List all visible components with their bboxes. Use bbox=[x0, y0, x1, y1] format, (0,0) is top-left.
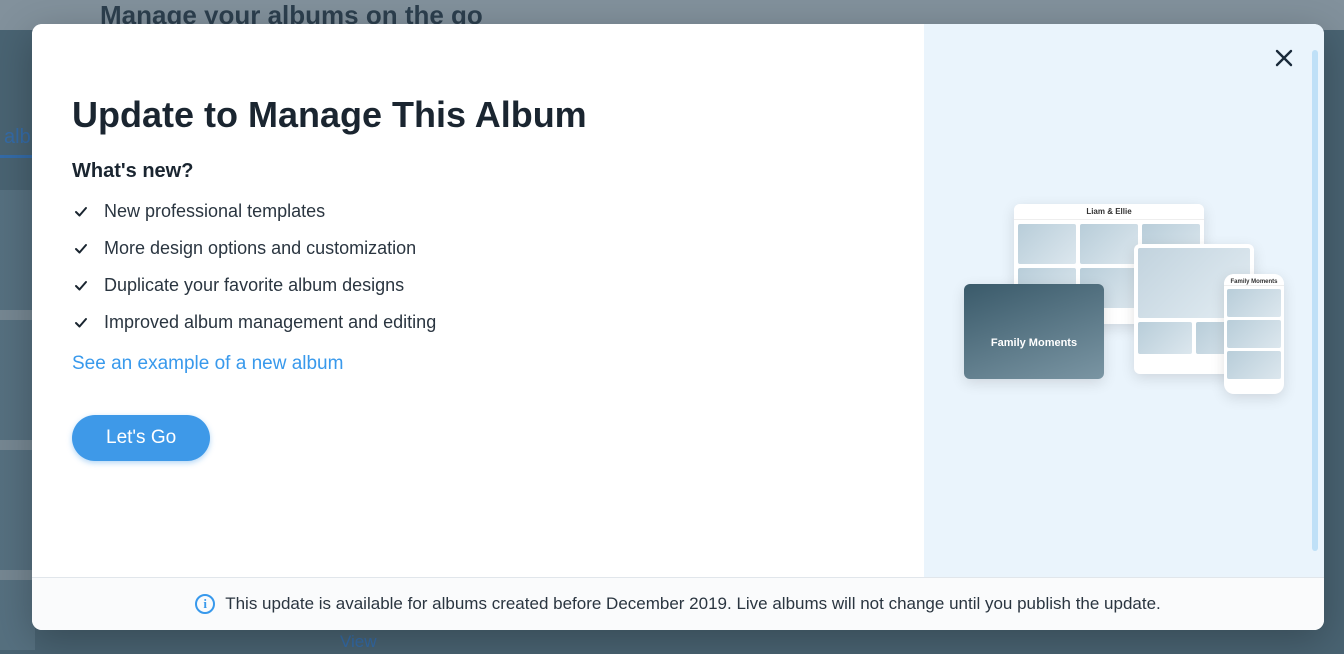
preview-caption: Family Moments bbox=[991, 337, 1077, 349]
modal-subtitle: What's new? bbox=[72, 160, 884, 183]
photo-placeholder bbox=[1080, 224, 1138, 264]
feature-text: Duplicate your favorite album designs bbox=[104, 275, 404, 296]
check-icon bbox=[72, 314, 90, 332]
preview-title: Liam & Ellie bbox=[1014, 204, 1204, 220]
feature-text: Improved album management and editing bbox=[104, 312, 436, 333]
modal-content: Update to Manage This Album What's new? … bbox=[32, 24, 924, 577]
photo-placeholder bbox=[1227, 351, 1281, 379]
album-preview-illustration: Liam & Ellie bbox=[964, 204, 1284, 404]
check-icon bbox=[72, 203, 90, 221]
preview-card-mobile: Family Moments bbox=[1224, 274, 1284, 394]
photo-placeholder bbox=[1138, 322, 1192, 354]
close-icon bbox=[1274, 48, 1294, 68]
feature-item: New professional templates bbox=[72, 201, 884, 222]
info-icon: i bbox=[195, 594, 215, 614]
footer-note: This update is available for albums crea… bbox=[225, 594, 1161, 614]
photo-placeholder bbox=[1227, 320, 1281, 348]
feature-item: Duplicate your favorite album designs bbox=[72, 275, 884, 296]
preview-card-cover: Family Moments bbox=[964, 284, 1104, 379]
check-icon bbox=[72, 240, 90, 258]
lets-go-button[interactable]: Let's Go bbox=[72, 415, 210, 461]
modal-footer: i This update is available for albums cr… bbox=[32, 577, 1324, 630]
modal-body: Update to Manage This Album What's new? … bbox=[32, 24, 1324, 577]
close-button[interactable] bbox=[1266, 40, 1302, 76]
photo-placeholder bbox=[1227, 289, 1281, 317]
photo-placeholder bbox=[1018, 224, 1076, 264]
feature-item: Improved album management and editing bbox=[72, 312, 884, 333]
preview-phone-title: Family Moments bbox=[1224, 274, 1284, 286]
feature-text: New professional templates bbox=[104, 201, 325, 222]
check-icon bbox=[72, 277, 90, 295]
example-link[interactable]: See an example of a new album bbox=[72, 353, 343, 375]
feature-list: New professional templates More design o… bbox=[72, 201, 884, 333]
modal-title: Update to Manage This Album bbox=[72, 94, 884, 136]
feature-item: More design options and customization bbox=[72, 238, 884, 259]
scrollbar[interactable] bbox=[1312, 50, 1318, 551]
feature-text: More design options and customization bbox=[104, 238, 416, 259]
modal-illustration-panel: Liam & Ellie bbox=[924, 24, 1324, 577]
update-album-modal: Update to Manage This Album What's new? … bbox=[32, 24, 1324, 630]
